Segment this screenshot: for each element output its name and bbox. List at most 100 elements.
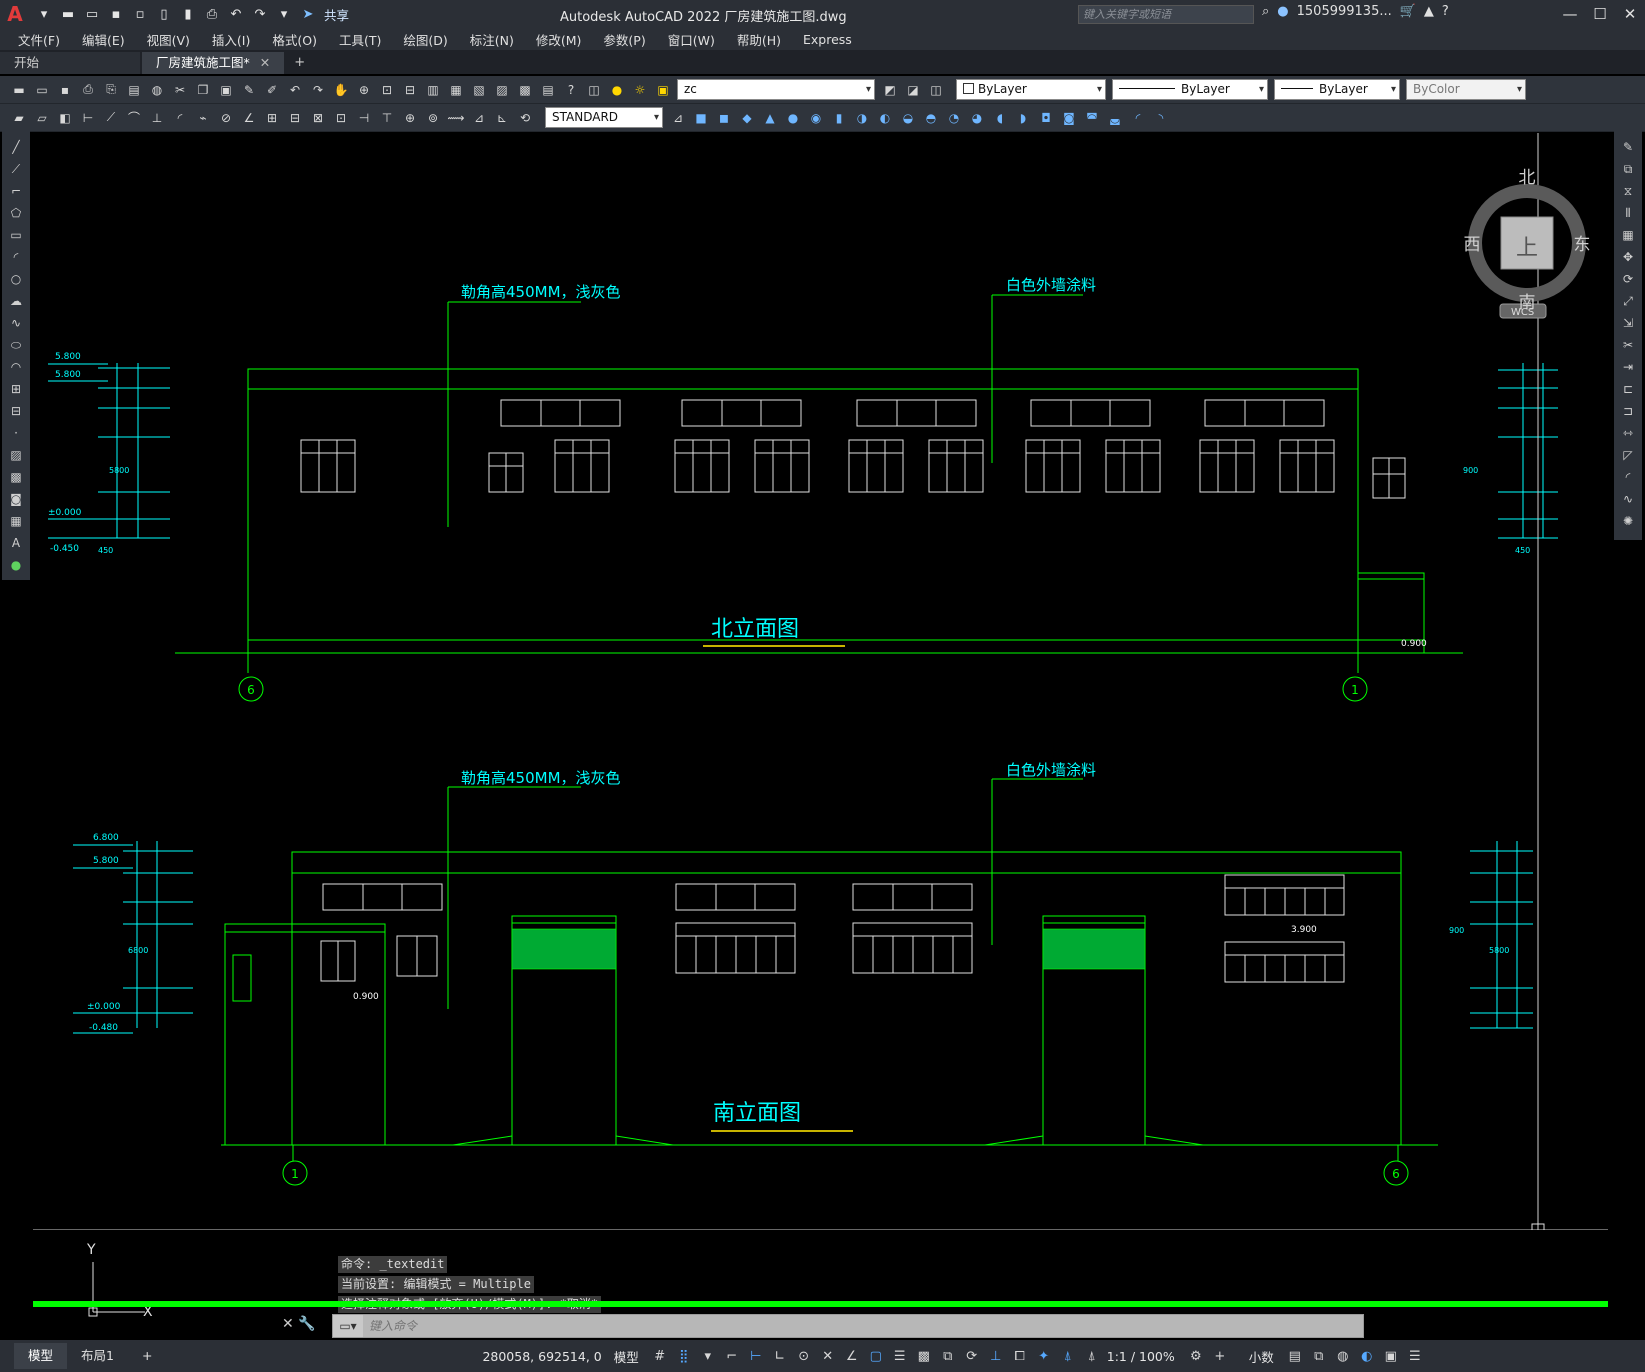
layer-dropdown[interactable]: zc xyxy=(677,79,875,100)
customization-icon[interactable]: ☰ xyxy=(1406,1346,1424,1366)
mirror-icon[interactable]: ⧖ xyxy=(1619,182,1637,200)
multiline-text-icon[interactable]: A xyxy=(7,534,25,552)
save-icon[interactable]: ▪ xyxy=(56,81,74,99)
dimension-edit-icon[interactable]: ⊿ xyxy=(470,109,488,127)
transparency-icon[interactable]: ▩ xyxy=(915,1346,933,1366)
arc-icon[interactable]: ◜ xyxy=(7,248,25,266)
workspace-icon[interactable]: ▰ xyxy=(10,109,28,127)
break-at-point-icon[interactable]: ⊏ xyxy=(1619,380,1637,398)
plot-preview-icon[interactable]: ⎘ xyxy=(102,81,120,99)
close-button[interactable]: ✕ xyxy=(1615,0,1645,28)
slice-icon[interactable]: ◖ xyxy=(991,109,1009,127)
new-icon[interactable]: ▬ xyxy=(10,81,28,99)
construction-line-icon[interactable]: ⟋ xyxy=(7,160,25,178)
layer-states-icon[interactable]: ◫ xyxy=(927,81,945,99)
3d-osnap-icon[interactable]: ⟳ xyxy=(963,1346,981,1366)
ellipse-icon[interactable]: ⬭ xyxy=(7,336,25,354)
copy-icon[interactable]: ❐ xyxy=(194,81,212,99)
dropdown-arrow-icon[interactable]: ▾ xyxy=(34,4,54,24)
array-icon[interactable]: ▦ xyxy=(1619,226,1637,244)
sheet-set-icon[interactable]: ▨ xyxy=(493,81,511,99)
sweep-icon[interactable]: ◐ xyxy=(876,109,894,127)
offset-icon[interactable]: ⫴ xyxy=(1619,204,1637,222)
torus-icon[interactable]: ◉ xyxy=(807,109,825,127)
subtract-icon[interactable]: ◔ xyxy=(945,109,963,127)
arc-length-icon[interactable]: ⌒ xyxy=(125,109,143,127)
snap-icon[interactable]: ⣿ xyxy=(675,1346,693,1366)
dimension-break-icon[interactable]: ⊣ xyxy=(355,109,373,127)
circle-icon[interactable]: ○ xyxy=(7,270,25,288)
user-icon[interactable]: ● xyxy=(1277,4,1288,19)
add-layout-icon[interactable]: + xyxy=(128,1343,166,1369)
layer-walk-icon[interactable]: ▱ xyxy=(33,109,51,127)
radius-icon[interactable]: ◜ xyxy=(171,109,189,127)
polyline-icon[interactable]: ⌐ xyxy=(7,182,25,200)
pan-icon[interactable]: ✋ xyxy=(332,81,350,99)
inspect-icon[interactable]: ⊚ xyxy=(424,109,442,127)
annotation-scale[interactable]: 1:1 / 100% xyxy=(1107,1349,1175,1364)
clean-screen-icon[interactable]: ▣ xyxy=(1382,1346,1400,1366)
markup-icon[interactable]: ▩ xyxy=(516,81,534,99)
region-icon[interactable]: ◙ xyxy=(7,490,25,508)
ellipse-arc-icon[interactable]: ◠ xyxy=(7,358,25,376)
ortho-icon[interactable]: ⊢ xyxy=(747,1346,765,1366)
menu-modify[interactable]: 修改(M) xyxy=(536,30,582,49)
polar-tracking-icon[interactable]: ∟ xyxy=(771,1346,789,1366)
erase-icon[interactable]: ✎ xyxy=(1619,138,1637,156)
share-icon[interactable]: ➤ xyxy=(298,4,318,24)
2d-osnap-icon[interactable]: ▢ xyxy=(867,1346,885,1366)
command-line[interactable]: ▭▾ xyxy=(332,1314,1364,1338)
workspace-switch-icon[interactable]: ⚙ xyxy=(1187,1346,1205,1366)
dynamic-ucs-icon[interactable]: ⊥ xyxy=(987,1346,1005,1366)
selection-filter-icon[interactable]: ⧠ xyxy=(1011,1346,1029,1366)
undo-icon[interactable]: ↶ xyxy=(226,4,246,24)
new-tab-icon[interactable]: + xyxy=(286,52,313,74)
new-file-icon[interactable]: ▬ xyxy=(58,4,78,24)
intersect-icon[interactable]: ◕ xyxy=(968,109,986,127)
maximize-button[interactable]: ☐ xyxy=(1585,0,1615,28)
tool-palettes-icon[interactable]: ▧ xyxy=(470,81,488,99)
wedge-icon[interactable]: ◆ xyxy=(738,109,756,127)
menu-insert[interactable]: 插入(I) xyxy=(212,30,250,49)
copy-object-icon[interactable]: ⧉ xyxy=(1619,160,1637,178)
auto-scale-icon[interactable]: ⍋ xyxy=(1083,1346,1101,1366)
drawing-canvas[interactable]: 上 北 南 东 西 WCS 勒角高450MM，浅灰色 白色外墙涂料 北立面图 6… xyxy=(33,133,1608,1230)
selection-cycling-icon[interactable]: ⧉ xyxy=(939,1346,957,1366)
baseline-icon[interactable]: ⊟ xyxy=(286,109,304,127)
annotation-monitor-icon[interactable]: + xyxy=(1211,1346,1229,1366)
menu-help[interactable]: 帮助(H) xyxy=(737,30,781,49)
user-name[interactable]: 1505999135... xyxy=(1297,4,1392,19)
center-mark-icon[interactable]: ⊕ xyxy=(401,109,419,127)
viewcube-wcs[interactable]: WCS xyxy=(1511,307,1534,318)
command-input[interactable] xyxy=(363,1315,1363,1337)
jogged-icon[interactable]: ⌁ xyxy=(194,109,212,127)
chamfer-icon[interactable]: ◸ xyxy=(1619,446,1637,464)
zoom-realtime-icon[interactable]: ⊕ xyxy=(355,81,373,99)
isolate-objects-icon[interactable]: ◍ xyxy=(1334,1346,1352,1366)
continue-icon[interactable]: ⊠ xyxy=(309,109,327,127)
table-icon[interactable]: ▦ xyxy=(7,512,25,530)
design-center-icon[interactable]: ▦ xyxy=(447,81,465,99)
break-icon[interactable]: ⊐ xyxy=(1619,402,1637,420)
help-icon[interactable]: ? xyxy=(562,81,580,99)
dimension-style-icon[interactable]: ⊿ xyxy=(669,109,687,127)
dynamic-input-icon[interactable]: ⌐ xyxy=(723,1346,741,1366)
menu-tools[interactable]: 工具(T) xyxy=(339,30,381,49)
viewcube-west[interactable]: 西 xyxy=(1464,235,1481,255)
block-editor-icon[interactable]: ✐ xyxy=(263,81,281,99)
properties-icon[interactable]: ▥ xyxy=(424,81,442,99)
linetype-dropdown[interactable]: ByLayer xyxy=(1112,79,1268,100)
scale-icon[interactable]: ⤢ xyxy=(1619,292,1637,310)
add-selected-icon[interactable]: ● xyxy=(7,556,25,574)
zoom-previous-icon[interactable]: ⊟ xyxy=(401,81,419,99)
object-snap-tracking-icon[interactable]: ✕ xyxy=(819,1346,837,1366)
minimize-button[interactable]: — xyxy=(1555,0,1585,28)
union-icon[interactable]: ◓ xyxy=(922,109,940,127)
dimension-text-edit-icon[interactable]: ⊾ xyxy=(493,109,511,127)
dimension-update-icon[interactable]: ⟲ xyxy=(516,109,534,127)
plot-icon[interactable]: ⎙ xyxy=(79,81,97,99)
point-icon[interactable]: · xyxy=(7,424,25,442)
redo-icon[interactable]: ↷ xyxy=(250,4,270,24)
help-icon[interactable]: ? xyxy=(1442,4,1449,19)
cart-icon[interactable]: 🛒 xyxy=(1400,4,1416,19)
